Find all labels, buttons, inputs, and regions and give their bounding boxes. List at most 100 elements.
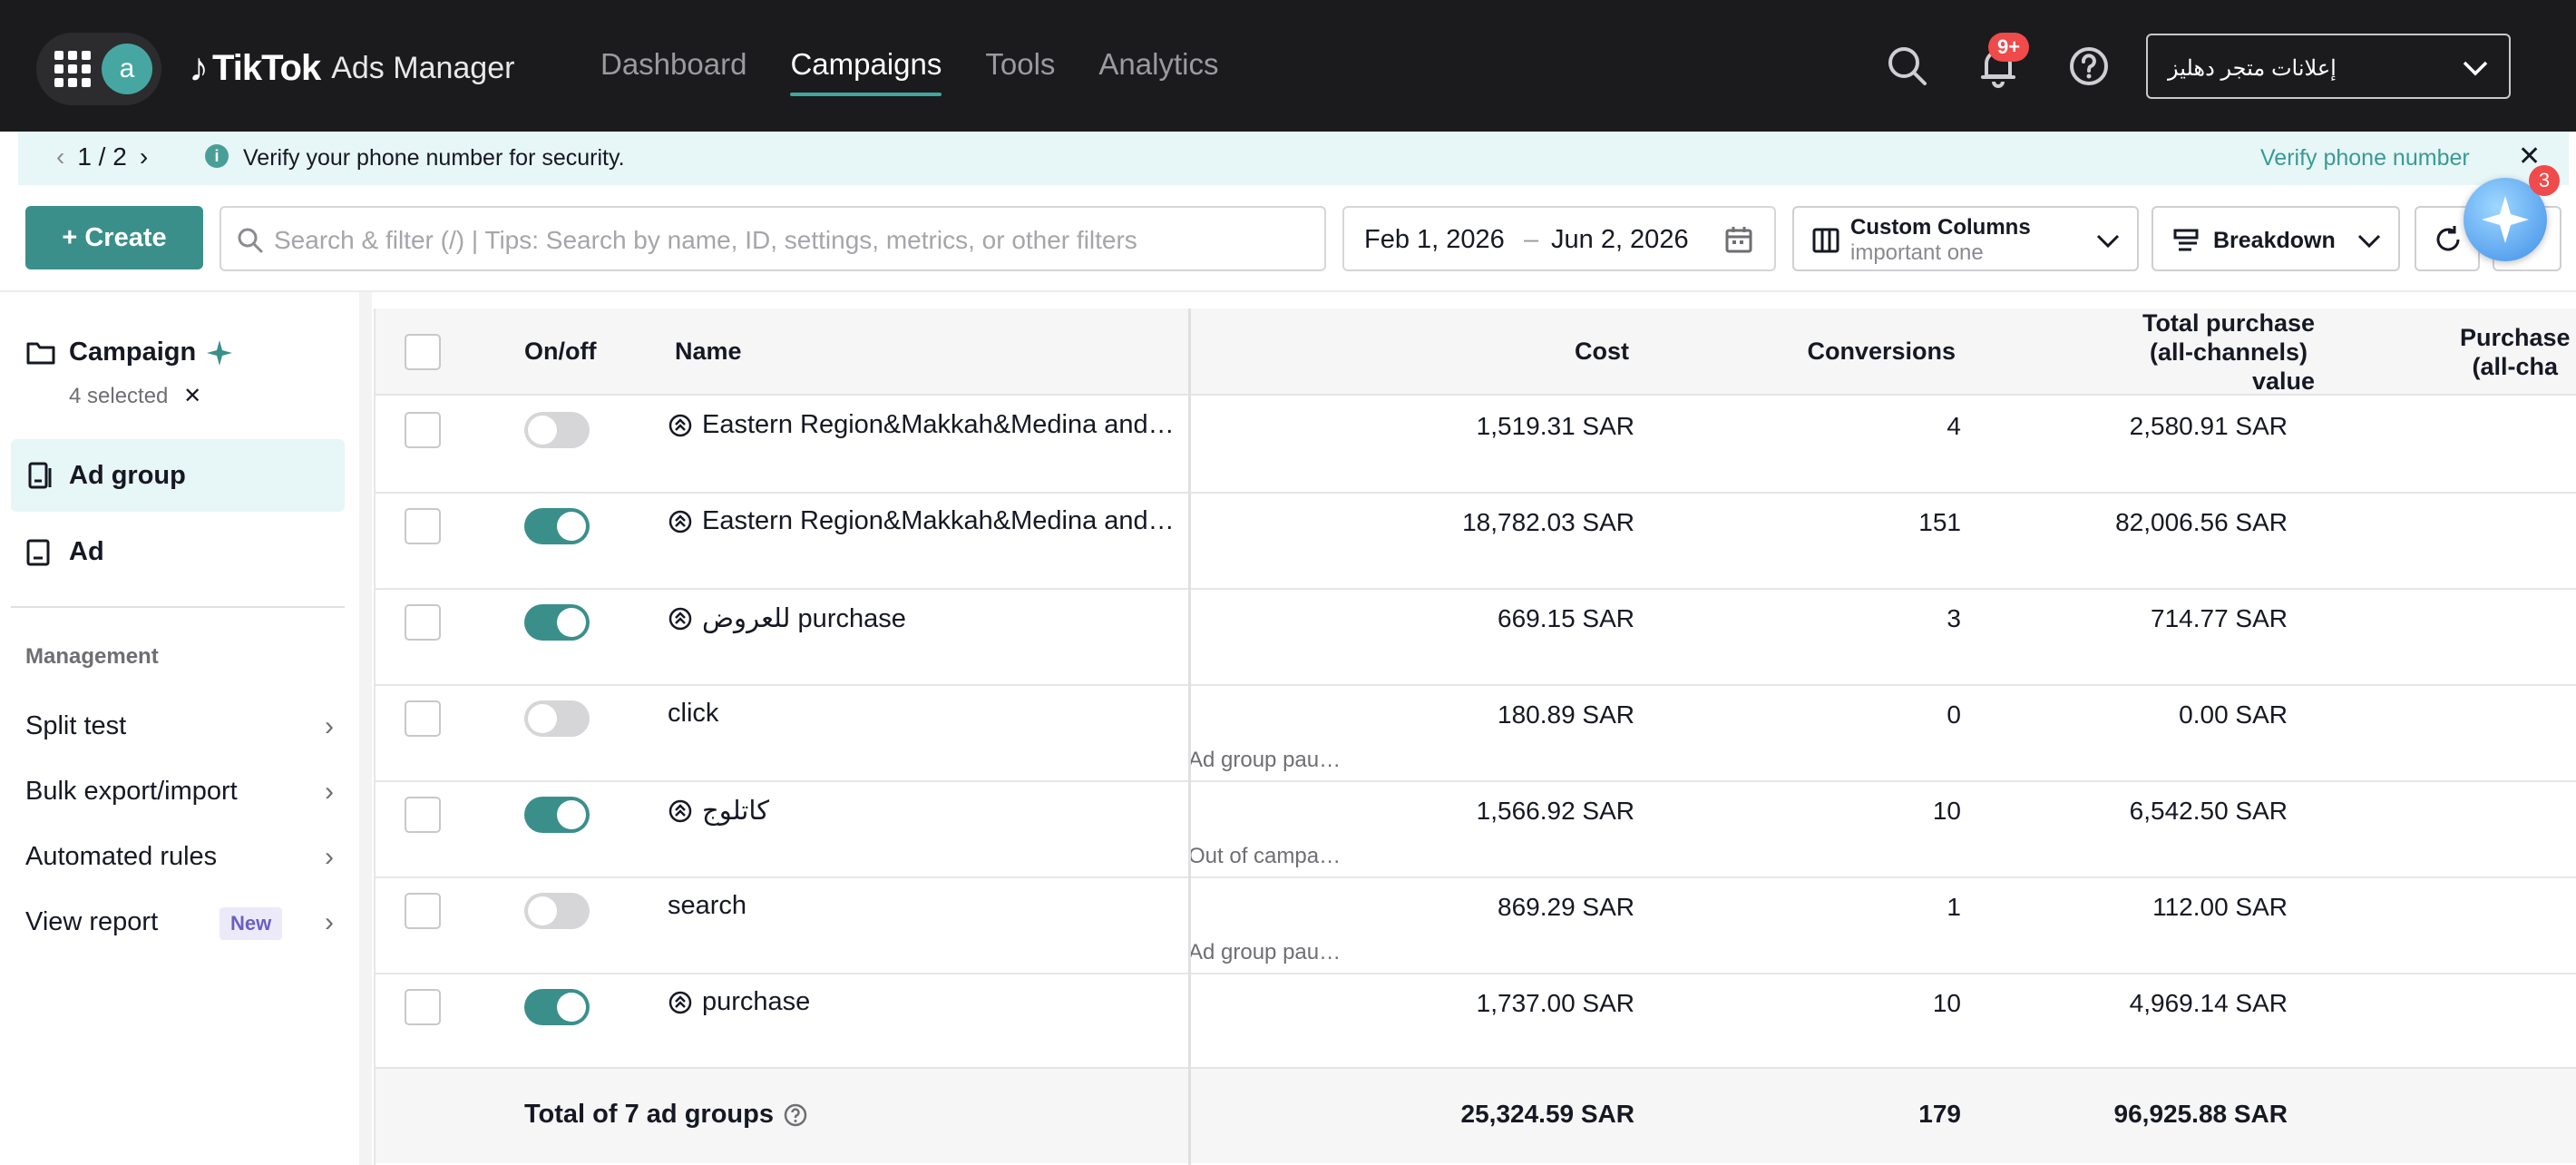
- total-label: Total of 7 ad groups: [524, 1100, 808, 1130]
- date-range-picker[interactable]: Feb 1, 2026 – Jun 2, 2026: [1342, 206, 1776, 271]
- ad-group-name[interactable]: كاتلوج: [668, 795, 769, 827]
- assistant-badge: 3: [2529, 165, 2560, 196]
- app-grid-icon[interactable]: [54, 51, 91, 87]
- row-checkbox[interactable]: [405, 412, 441, 448]
- row-checkbox[interactable]: [405, 797, 441, 833]
- status-toggle[interactable]: [524, 700, 590, 737]
- ad-group-name-text: كاتلوج: [702, 797, 770, 826]
- sidebar-item-bulk-export-import[interactable]: Bulk export/import ›: [25, 777, 334, 813]
- chevron-right-icon[interactable]: ›: [140, 142, 148, 171]
- table-row[interactable]: كاتلوج Out of campa… 1,566.92 SAR 10 6,542.5…: [376, 782, 2576, 878]
- custom-columns-title: Custom Columns: [1850, 215, 2031, 240]
- table-row[interactable]: Eastern Region&Makkah&Medina and… 1,519.3…: [376, 397, 2576, 494]
- chevron-right-icon: ›: [325, 907, 334, 937]
- conversions-cell: 3: [1947, 604, 1961, 632]
- status-toggle[interactable]: [524, 508, 590, 544]
- date-separator: –: [1524, 225, 1539, 254]
- total-cost: 25,324.59 SAR: [1460, 1100, 1634, 1128]
- menu-label: Split test: [25, 711, 127, 740]
- logo[interactable]: ♪ TikTok Ads Manager: [189, 45, 514, 91]
- purchase-value-cell: 4,969.14 SAR: [2129, 989, 2288, 1017]
- status-toggle[interactable]: [524, 893, 590, 929]
- ad-group-name-text: Eastern Region&Makkah&Medina and…: [702, 410, 1175, 439]
- table-row[interactable]: purchase 1,737.00 SAR 10 4,969.14 SAR: [376, 974, 2576, 1071]
- header-line: value: [2251, 367, 2315, 395]
- row-checkbox[interactable]: [405, 604, 441, 641]
- table-row[interactable]: click Ad group pau… 180.89 SAR 0 0.00 SAR: [376, 686, 2576, 782]
- table-row[interactable]: search Ad group pau… 869.29 SAR 1 112.00 SAR: [376, 878, 2576, 974]
- chevron-down-icon: [2357, 234, 2381, 249]
- header-conversions[interactable]: Conversions: [1807, 338, 1956, 366]
- purchase-value-cell: 0.00 SAR: [2179, 700, 2288, 729]
- total-conversions: 179: [1918, 1100, 1961, 1128]
- clear-selection-icon[interactable]: ✕: [183, 384, 201, 408]
- sidebar-item-ad-group[interactable]: Ad group: [11, 439, 345, 512]
- select-all-checkbox[interactable]: [405, 334, 441, 370]
- account-name: إعلانات متجر دهليز: [2168, 56, 2337, 81]
- purchase-value-cell: 112.00 SAR: [2152, 893, 2288, 921]
- ad-group-name[interactable]: purchase: [668, 987, 810, 1017]
- status-toggle[interactable]: [524, 412, 590, 448]
- nav-tools[interactable]: Tools: [985, 47, 1055, 98]
- header-purchase[interactable]: Purchase (all-cha: [2460, 323, 2571, 381]
- conversions-cell: 10: [1932, 989, 1961, 1017]
- row-checkbox[interactable]: [405, 989, 441, 1025]
- search-filter-input[interactable]: Search & filter (/) | Tips: Search by na…: [220, 206, 1326, 271]
- header-total-purchase-value[interactable]: Total purchase (all-channels) value: [2142, 308, 2315, 396]
- chevron-down-icon: [2096, 234, 2120, 249]
- purchase-value-cell: 714.77 SAR: [2151, 604, 2288, 632]
- optimization-icon: [668, 510, 692, 533]
- header-name[interactable]: Name: [675, 338, 742, 366]
- header-onoff[interactable]: On/off: [524, 338, 596, 366]
- create-button[interactable]: + Create: [25, 206, 203, 269]
- sidebar-campaign[interactable]: Campaign: [25, 338, 234, 367]
- sidebar-item-split-test[interactable]: Split test ›: [25, 711, 334, 748]
- header-cost[interactable]: Cost: [1575, 338, 1629, 366]
- nav-analytics[interactable]: Analytics: [1098, 47, 1218, 98]
- table-row[interactable]: للعروض purchase 669.15 SAR 3 714.77 SAR: [376, 590, 2576, 686]
- ad-group-name[interactable]: Eastern Region&Makkah&Medina and…: [668, 506, 1175, 536]
- nav-campaigns[interactable]: Campaigns: [790, 47, 942, 98]
- app-switcher[interactable]: a: [36, 33, 161, 105]
- help-icon[interactable]: [2066, 44, 2112, 89]
- calendar-icon: [1725, 227, 1752, 253]
- ad-group-name[interactable]: search: [668, 891, 746, 921]
- sidebar-item-view-report[interactable]: View report New ›: [25, 907, 334, 944]
- status-text: Ad group pau…: [1188, 748, 1342, 772]
- sidebar-item-automated-rules[interactable]: Automated rules ›: [25, 842, 334, 878]
- ad-group-name[interactable]: Eastern Region&Makkah&Medina and…: [668, 410, 1175, 440]
- cost-cell: 1,737.00 SAR: [1476, 989, 1634, 1017]
- header-line: (all-cha: [2472, 353, 2559, 380]
- notice-pager: ‹ 1 / 2 ›: [56, 142, 148, 171]
- header-line: Purchase: [2460, 324, 2571, 351]
- row-checkbox[interactable]: [405, 508, 441, 544]
- chevron-left-icon[interactable]: ‹: [56, 142, 64, 171]
- avatar[interactable]: a: [102, 44, 152, 94]
- search-icon[interactable]: [1885, 44, 1930, 89]
- sidebar-item-ad[interactable]: Ad: [25, 537, 104, 567]
- row-checkbox[interactable]: [405, 700, 441, 737]
- status-toggle[interactable]: [524, 989, 590, 1025]
- ad-group-name[interactable]: للعروض purchase: [668, 602, 906, 634]
- notice-pager-text: 1 / 2: [77, 142, 127, 171]
- table-row[interactable]: Eastern Region&Makkah&Medina and… 18,782.…: [376, 494, 2576, 590]
- sidebar-divider: [11, 606, 345, 608]
- conversions-cell: 0: [1947, 700, 1961, 729]
- verify-phone-link[interactable]: Verify phone number: [2260, 145, 2470, 171]
- account-selector[interactable]: إعلانات متجر دهليز: [2146, 34, 2511, 99]
- ai-assistant-button[interactable]: 3: [2464, 165, 2560, 261]
- row-checkbox[interactable]: [405, 893, 441, 929]
- notice-message: Verify your phone number for security.: [243, 145, 625, 171]
- optimization-icon: [668, 991, 692, 1013]
- status-toggle[interactable]: [524, 604, 590, 641]
- ad-group-icon: [28, 462, 52, 489]
- ad-group-name[interactable]: click: [668, 699, 718, 729]
- main-nav: Dashboard Campaigns Tools Analytics: [600, 47, 1262, 98]
- breakdown-dropdown[interactable]: Breakdown: [2152, 206, 2400, 271]
- nav-dashboard[interactable]: Dashboard: [600, 47, 746, 98]
- sidebar-campaign-label: Campaign: [69, 338, 197, 367]
- help-icon[interactable]: [783, 1102, 808, 1128]
- logo-brand: TikTok: [212, 47, 321, 88]
- custom-columns-dropdown[interactable]: Custom Columns important one: [1792, 206, 2139, 271]
- status-toggle[interactable]: [524, 797, 590, 833]
